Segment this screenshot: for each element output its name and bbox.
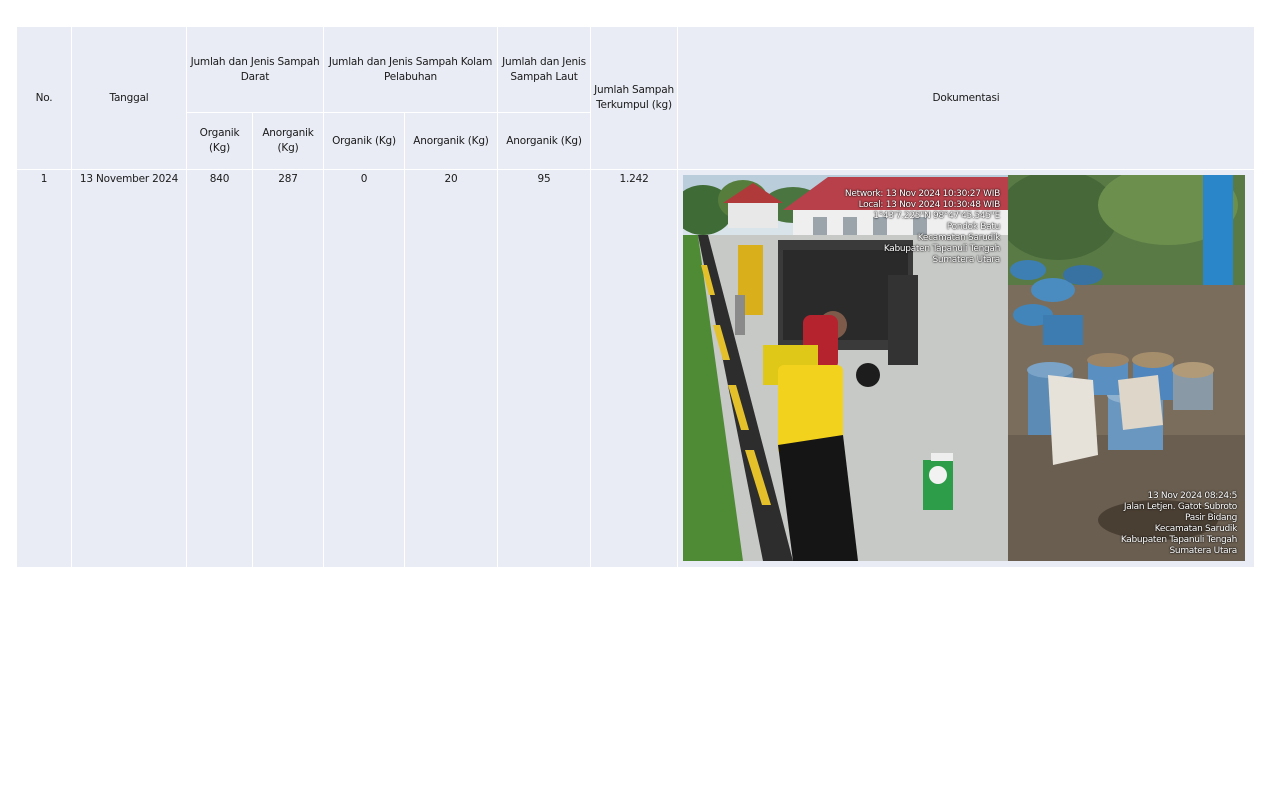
report-sheet: No. Tanggal Jumlah dan Jenis Sampah Dara… (16, 26, 1256, 568)
photo-geotag-stamp: Network: 13 Nov 2024 10:30:27 WIB Local:… (844, 189, 1001, 265)
cell-darat-organik: 840 (186, 169, 253, 568)
cell-dokumentasi: Network: 13 Nov 2024 10:30:27 WIB Local:… (677, 169, 1256, 568)
photo-worker-collecting-waste: Network: 13 Nov 2024 10:30:27 WIB Local:… (683, 175, 1009, 561)
header-kolam-organik: Organik (Kg) (323, 112, 405, 170)
header-sampah-darat: Jumlah dan Jenis Sampah Darat (186, 26, 324, 113)
header-no: No. (16, 26, 72, 170)
photo-waste-buckets: 13 Nov 2024 08:24:5 Jalan Letjen. Gatot … (1008, 175, 1246, 561)
cell-darat-anorganik: 287 (252, 169, 324, 568)
cell-jumlah-terkumpul: 1.242 (590, 169, 679, 568)
header-laut-anorganik: Anorganik (Kg) (497, 112, 592, 170)
table-row: 1 13 November 2024 840 287 0 20 95 1.242 (16, 169, 1256, 568)
cell-kolam-organik: 0 (323, 169, 405, 568)
header-sampah-laut: Jumlah dan Jenis Sampah Laut (497, 26, 592, 113)
header-darat-organik: Organik (Kg) (186, 112, 253, 170)
header-darat-anorganik: Anorganik (Kg) (252, 112, 324, 170)
waste-collection-table: No. Tanggal Jumlah dan Jenis Sampah Dara… (16, 26, 1256, 568)
photo-geotag-stamp: 13 Nov 2024 08:24:5 Jalan Letjen. Gatot … (1120, 491, 1238, 556)
header-dokumentasi: Dokumentasi (677, 26, 1256, 170)
documentation-photos: Network: 13 Nov 2024 10:30:27 WIB Local:… (683, 175, 1246, 561)
header-kolam-anorganik: Anorganik (Kg) (403, 112, 499, 170)
header-sampah-kolam-pelabuhan: Jumlah dan Jenis Sampah Kolam Pelabuhan (322, 26, 499, 113)
cell-tanggal: 13 November 2024 (71, 169, 187, 568)
header-jumlah-terkumpul: Jumlah Sampah Terkumpul (kg) (590, 26, 679, 170)
cell-no: 1 (16, 169, 72, 568)
cell-laut-anorganik: 95 (497, 169, 592, 568)
header-tanggal: Tanggal (71, 26, 187, 170)
cell-kolam-anorganik: 20 (403, 169, 499, 568)
